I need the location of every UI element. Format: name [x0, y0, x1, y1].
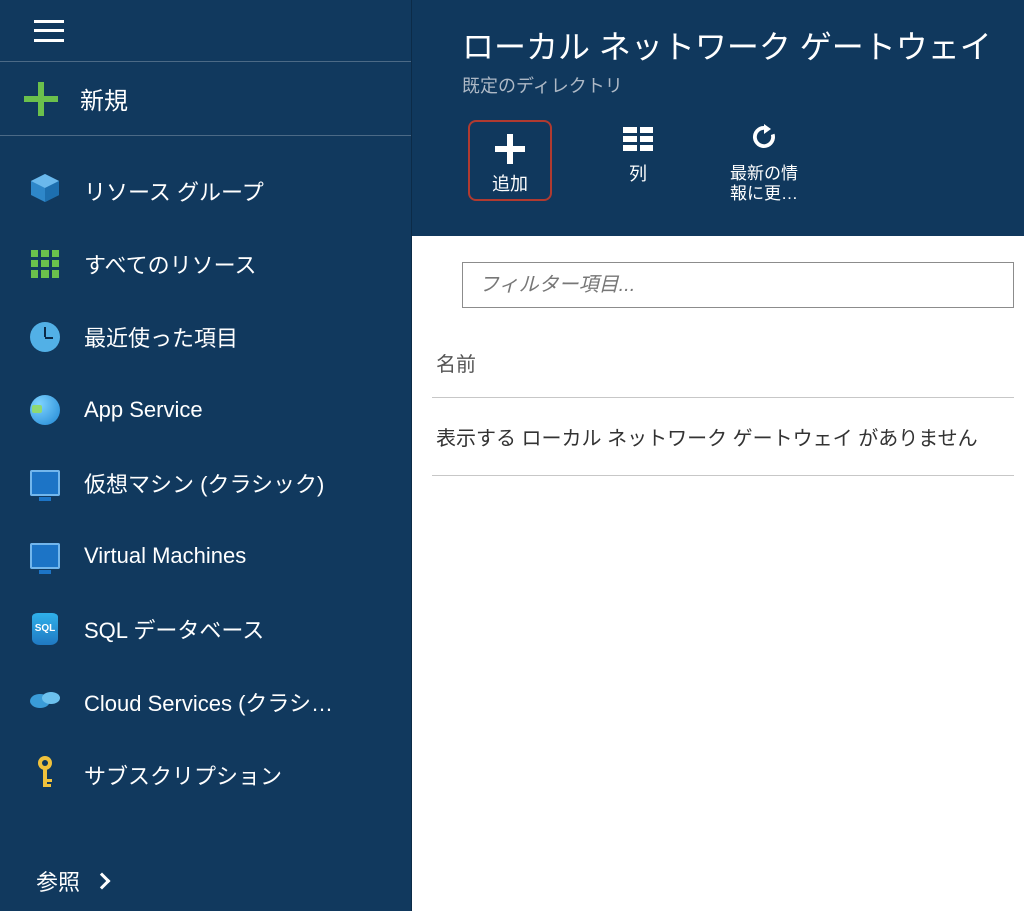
blade-subtitle: 既定のディレクトリ	[462, 72, 1024, 98]
globe-icon	[28, 393, 62, 427]
columns-label: 列	[629, 164, 647, 185]
sidebar-toggle-row	[0, 0, 411, 62]
hamburger-icon[interactable]	[34, 20, 64, 42]
refresh-icon	[749, 122, 779, 157]
refresh-button[interactable]: 最新の情報に更…	[724, 120, 804, 203]
blade: ローカル ネットワーク ゲートウェイ 既定のディレクトリ 追加 列 最新の情報に…	[412, 0, 1024, 911]
clouds-icon	[28, 685, 62, 719]
sidebar-item-cloud-services[interactable]: Cloud Services (クラシ…	[0, 665, 411, 738]
sidebar-item-subscriptions[interactable]: サブスクリプション	[0, 738, 411, 811]
sidebar-item-label: Cloud Services (クラシ…	[84, 686, 333, 718]
blade-toolbar: 追加 列 最新の情報に更…	[462, 120, 1024, 203]
plus-icon	[495, 134, 525, 164]
blade-header: ローカル ネットワーク ゲートウェイ 既定のディレクトリ 追加 列 最新の情報に…	[412, 0, 1024, 236]
sidebar-item-label: すべてのリソース	[84, 248, 256, 280]
columns-icon	[623, 127, 653, 151]
new-label: 新規	[80, 81, 128, 116]
add-button[interactable]: 追加	[468, 120, 552, 201]
browse-button[interactable]: 参照	[0, 851, 411, 911]
filter-input[interactable]	[462, 262, 1014, 308]
filter-row	[462, 236, 1024, 314]
sidebar-item-app-service[interactable]: App Service	[0, 373, 411, 446]
sidebar-items: リソース グループ すべてのリソース 最近使った項目 App Service 仮	[0, 136, 411, 851]
sidebar-item-recent[interactable]: 最近使った項目	[0, 300, 411, 373]
monitor-icon	[28, 539, 62, 573]
chevron-right-icon	[94, 873, 111, 890]
refresh-label: 最新の情報に更…	[724, 164, 804, 203]
sidebar-item-resource-groups[interactable]: リソース グループ	[0, 154, 411, 227]
database-icon: SQL	[28, 612, 62, 646]
sidebar-item-label: サブスクリプション	[84, 759, 282, 791]
blade-title: ローカル ネットワーク ゲートウェイ	[462, 28, 1024, 66]
add-label: 追加	[492, 174, 528, 195]
columns-button[interactable]: 列	[598, 120, 678, 185]
monitor-icon	[28, 466, 62, 500]
sidebar-item-label: リソース グループ	[84, 175, 264, 207]
empty-state-message: 表示する ローカル ネットワーク ゲートウェイ がありません	[432, 398, 1014, 476]
key-icon	[28, 758, 62, 792]
sidebar-item-label: SQL データベース	[84, 613, 264, 645]
plus-icon	[24, 82, 58, 116]
sidebar-item-sql-databases[interactable]: SQL SQL データベース	[0, 592, 411, 665]
grid-icon	[28, 247, 62, 281]
sidebar-item-label: App Service	[84, 397, 203, 423]
sidebar-item-label: 最近使った項目	[84, 321, 238, 353]
browse-label: 参照	[36, 865, 80, 897]
cube-icon	[28, 174, 62, 208]
sidebar-item-virtual-machines[interactable]: Virtual Machines	[0, 519, 411, 592]
column-header-name: 名前	[432, 348, 1014, 398]
sidebar-item-all-resources[interactable]: すべてのリソース	[0, 227, 411, 300]
sidebar-item-label: Virtual Machines	[84, 543, 246, 569]
sidebar: 新規 リソース グループ すべてのリソース 最近使った項目	[0, 0, 412, 911]
results-area: 名前 表示する ローカル ネットワーク ゲートウェイ がありません	[412, 314, 1024, 476]
new-button[interactable]: 新規	[0, 62, 411, 136]
sidebar-item-label: 仮想マシン (クラシック)	[84, 467, 324, 499]
sidebar-item-vm-classic[interactable]: 仮想マシン (クラシック)	[0, 446, 411, 519]
clock-icon	[28, 320, 62, 354]
